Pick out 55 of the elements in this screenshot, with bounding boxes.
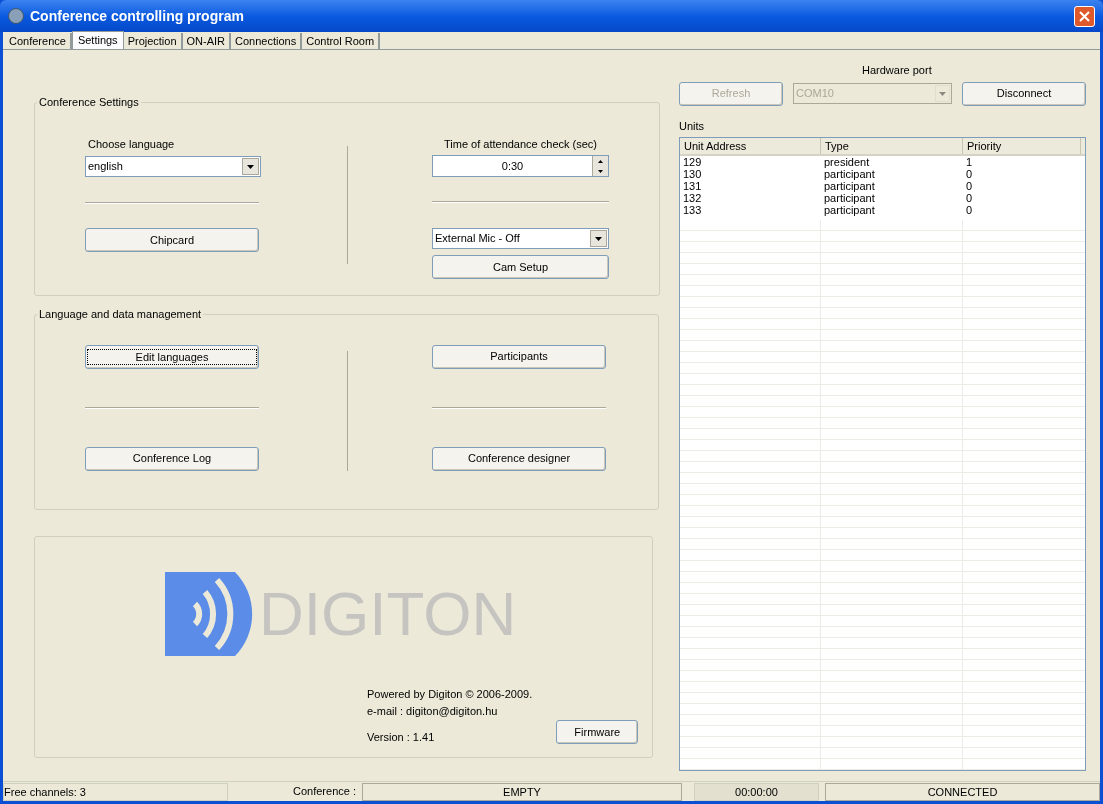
table-cell-text: 0 [965, 205, 974, 216]
cam-setup-button[interactable]: Cam Setup [432, 255, 609, 279]
connection-status: CONNECTED [825, 782, 1100, 801]
email-text: e-mail : digiton@digiton.hu [367, 703, 499, 719]
copyright-text: Powered by Digiton © 2006-2009. [367, 687, 533, 702]
table-cell-text: 0 [965, 181, 974, 192]
attendance-time-label: Time of attendance check (sec) [442, 136, 599, 152]
table-cell-text: 1 [965, 157, 974, 168]
conference-status: EMPTY [362, 782, 682, 801]
tab[interactable]: Projection [123, 33, 183, 49]
column-header[interactable]: Priority [963, 138, 1081, 154]
edit-languages-button[interactable]: Edit languages [85, 344, 259, 369]
conference-status-label: Conference : [292, 784, 357, 800]
tab[interactable]: Control Room [302, 33, 381, 49]
tab[interactable]: Connections [231, 33, 303, 49]
table-cell-text: president [823, 157, 871, 168]
column-header[interactable]: Type [821, 138, 963, 154]
window-title: Conference controlling program [30, 6, 244, 26]
table-cell-text: participant [823, 169, 876, 180]
table-cell-text: participant [823, 181, 876, 192]
table-cell-text: 131 [682, 181, 703, 192]
logo-icon [165, 572, 253, 656]
free-channels-status: Free channels: 3 [3, 782, 228, 801]
units-label: Units [679, 118, 706, 134]
table-cell-text: 132 [682, 193, 703, 204]
firmware-button[interactable]: Firmware [556, 720, 639, 744]
app-icon [8, 8, 24, 24]
tab[interactable]: Settings [71, 31, 124, 49]
external-mic-dropdown[interactable]: External Mic - Off [432, 228, 609, 249]
dropdown-caret-icon [939, 91, 946, 96]
group-title: Language and data management [38, 307, 203, 322]
group-title: Conference Settings [38, 95, 140, 110]
chipcard-button[interactable]: Chipcard [85, 228, 259, 252]
version-text: Version : 1.41 [367, 730, 436, 745]
table-cell-text: 0 [965, 193, 974, 204]
dropdown-caret-icon [595, 236, 602, 241]
time-status: 00:00:00 [694, 782, 819, 801]
table-cell-text: 130 [682, 169, 703, 180]
close-icon[interactable] [1074, 5, 1095, 27]
dropdown-caret-icon [247, 164, 254, 169]
hardware-port-label: Hardware port [862, 63, 933, 78]
conference-designer-button[interactable]: Conference designer [432, 446, 606, 471]
participants-button[interactable]: Participants [432, 344, 606, 369]
attendance-time-spinner[interactable]: 0:30 [432, 155, 609, 177]
language-dropdown[interactable]: english [85, 156, 261, 177]
conference-log-button[interactable]: Conference Log [85, 446, 259, 471]
language-label: Choose language [88, 136, 176, 152]
table-cell-text: participant [823, 193, 876, 204]
table-cell-text: 133 [682, 205, 703, 216]
table-cell-text: 129 [682, 157, 703, 168]
table-cell-text: participant [823, 205, 876, 216]
tab[interactable]: ON-AIR [182, 33, 232, 49]
column-header[interactable]: Unit Address [680, 138, 821, 154]
table-cell-text: 0 [965, 169, 974, 180]
disconnect-button[interactable]: Disconnect [962, 81, 1086, 106]
